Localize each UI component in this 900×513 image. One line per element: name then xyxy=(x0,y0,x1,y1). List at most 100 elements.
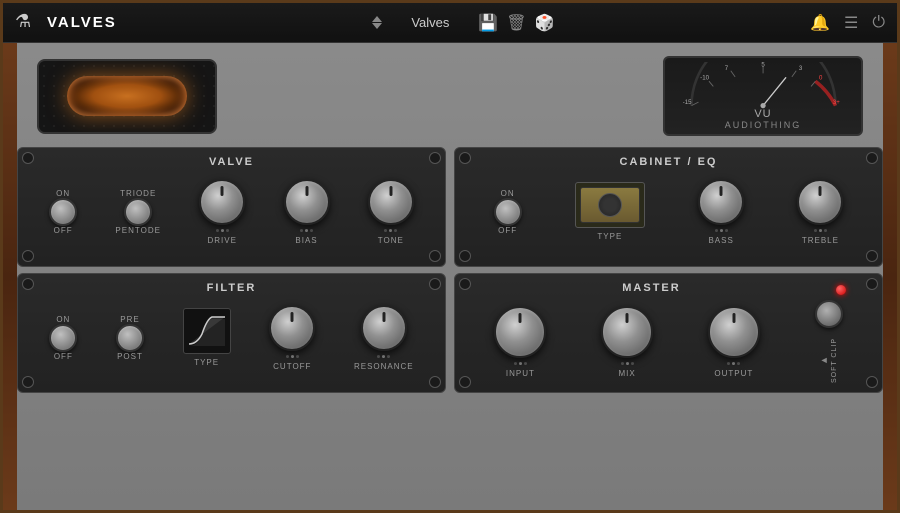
bias-dot-3 xyxy=(310,229,313,232)
filt-toggle-knob[interactable] xyxy=(49,324,77,352)
title-bar-right: 🔔 ☰ ⏻ xyxy=(810,13,885,33)
drive-knob[interactable] xyxy=(199,179,245,225)
top-section: -15 -10 7 5 3 0 3+ VU AUDIOTHING xyxy=(17,51,883,141)
output-knob[interactable] xyxy=(708,306,760,358)
cab-corner-bl xyxy=(459,250,471,262)
input-dot-1 xyxy=(514,362,517,365)
bass-group: BASS xyxy=(698,179,744,245)
svg-text:3+: 3+ xyxy=(832,99,839,106)
preset-down-arrow[interactable] xyxy=(372,23,382,29)
svg-text:-15: -15 xyxy=(682,99,691,106)
drive-group: DRIVE xyxy=(199,179,245,245)
soft-clip-button[interactable] xyxy=(815,300,843,328)
soft-clip-arrow: ◄ xyxy=(820,355,829,365)
vu-brand: AUDIOTHING xyxy=(725,120,802,130)
soft-clip-label: SOFT CLIP xyxy=(831,338,838,383)
valve-toggle-knob[interactable] xyxy=(49,198,77,226)
filt-mode-knob[interactable] xyxy=(116,324,144,352)
filt-corner-tl xyxy=(22,278,34,290)
preset-name: Valves xyxy=(390,15,470,30)
preset-up-arrow[interactable] xyxy=(372,16,382,22)
tone-dot-1 xyxy=(384,229,387,232)
resonance-knob[interactable] xyxy=(361,305,407,351)
treble-knob[interactable] xyxy=(797,179,843,225)
mix-knob[interactable] xyxy=(601,306,653,358)
cab-toggle-knob[interactable] xyxy=(494,198,522,226)
input-group: INPUT xyxy=(494,306,546,378)
title-bar-left: ⚗ VALVES xyxy=(15,11,117,35)
svg-text:5: 5 xyxy=(761,62,765,68)
filt-corner-tr xyxy=(429,278,441,290)
resonance-dots xyxy=(377,355,390,358)
bass-dots xyxy=(715,229,728,232)
save-icon[interactable]: 💾 xyxy=(478,13,498,33)
random-icon[interactable]: 🎲 xyxy=(535,13,555,33)
valve-mode-group: TRIODE PENTODE xyxy=(115,189,161,235)
filter-controls: ON OFF PRE POST xyxy=(30,300,433,375)
cutoff-dot-2 xyxy=(291,355,294,358)
tone-dot-3 xyxy=(394,229,397,232)
drive-dots xyxy=(216,229,229,232)
cab-toggle-group: ON OFF xyxy=(494,189,522,235)
bias-dot-1 xyxy=(300,229,303,232)
mix-label: MIX xyxy=(619,369,636,378)
master-panel: MASTER INPUT xyxy=(454,273,883,393)
cabinet-display[interactable] xyxy=(575,182,645,228)
filter-curve-svg xyxy=(187,314,227,349)
output-label: OUTPUT xyxy=(714,369,753,378)
master-controls: INPUT MIX xyxy=(467,304,870,379)
valve-mode-knob[interactable] xyxy=(124,198,152,226)
input-label: INPUT xyxy=(506,369,535,378)
valve-controls: ON OFF TRIODE PENTODE xyxy=(30,174,433,249)
vu-label: VU xyxy=(754,108,771,120)
bell-icon[interactable]: 🔔 xyxy=(810,13,830,33)
menu-icon[interactable]: ☰ xyxy=(844,13,858,33)
mast-corner-br xyxy=(866,376,878,388)
cab-off-label: OFF xyxy=(498,226,517,235)
filt-mode-group: PRE POST xyxy=(116,315,144,361)
cab-corner-tl xyxy=(459,152,471,164)
cabinet-speaker xyxy=(598,193,622,217)
cutoff-group: CUTOFF xyxy=(269,305,315,371)
corner-tr xyxy=(429,152,441,164)
svg-text:-10: -10 xyxy=(700,74,709,81)
mix-dot-3 xyxy=(631,362,634,365)
mix-dot-1 xyxy=(621,362,624,365)
valve-panel-title: VALVE xyxy=(30,156,433,168)
corner-bl xyxy=(22,250,34,262)
cutoff-dot-1 xyxy=(286,355,289,358)
svg-text:0: 0 xyxy=(818,74,822,81)
master-led xyxy=(836,285,846,295)
filt-post-label: POST xyxy=(117,352,143,361)
bias-knob[interactable] xyxy=(284,179,330,225)
tone-dot-2 xyxy=(389,229,392,232)
bias-group: BIAS xyxy=(284,179,330,245)
resonance-label: RESONANCE xyxy=(354,362,414,371)
bass-knob[interactable] xyxy=(698,179,744,225)
mast-corner-tr xyxy=(866,278,878,290)
tone-dots xyxy=(384,229,397,232)
tube-display xyxy=(37,59,217,134)
filter-type-display[interactable] xyxy=(183,308,231,354)
cutoff-knob[interactable] xyxy=(269,305,315,351)
corner-br xyxy=(429,250,441,262)
power-icon[interactable]: ⏻ xyxy=(872,14,885,32)
vu-meter: -15 -10 7 5 3 0 3+ VU AUDIOTHING xyxy=(663,56,863,136)
bias-dots xyxy=(300,229,313,232)
valve-panel: VALVE ON OFF TRIODE PENTODE xyxy=(17,147,446,267)
corner-tl xyxy=(22,152,34,164)
delete-icon[interactable]: 🗑 xyxy=(506,13,526,33)
input-knob[interactable] xyxy=(494,306,546,358)
app-icon: ⚗ xyxy=(15,11,39,35)
tone-knob[interactable] xyxy=(368,179,414,225)
filter-panel-title: FILTER xyxy=(30,282,433,294)
output-dot-2 xyxy=(732,362,735,365)
treble-label: TREBLE xyxy=(802,236,839,245)
bass-dot-2 xyxy=(720,229,723,232)
bottom-panels: FILTER ON OFF PRE POST xyxy=(17,273,883,393)
app-title: VALVES xyxy=(47,14,117,31)
preset-arrows[interactable] xyxy=(372,16,382,29)
valve-triode-label: TRIODE xyxy=(120,189,156,198)
master-panel-title: MASTER xyxy=(467,282,836,294)
title-bar-center: Valves 💾 🗑 🎲 xyxy=(117,13,810,33)
